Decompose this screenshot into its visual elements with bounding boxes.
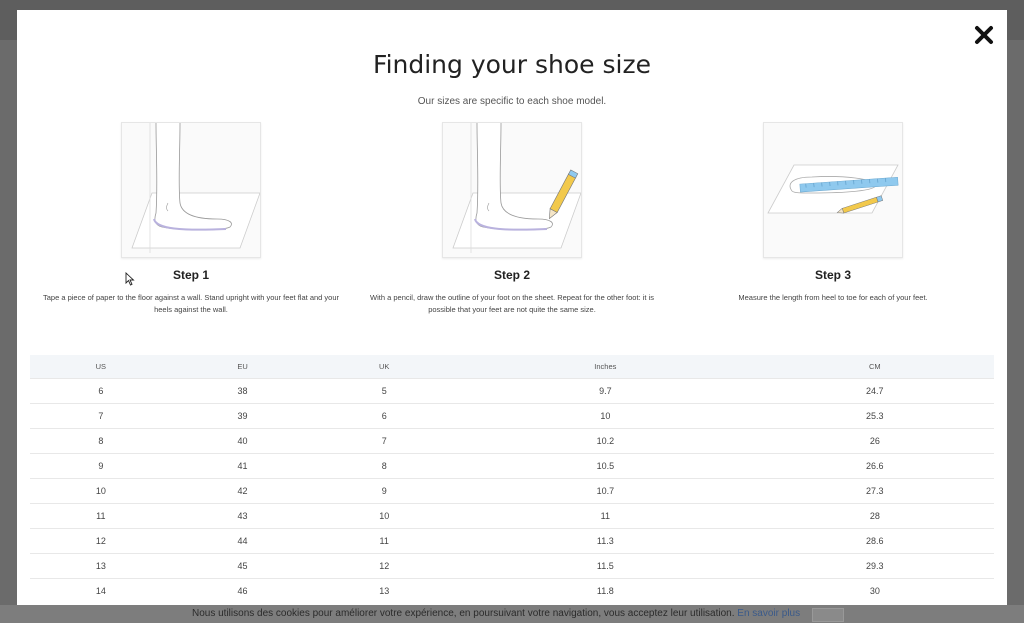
step-2-description: With a pencil, draw the outline of your …	[370, 293, 654, 314]
size-cell-inches: 10.5	[455, 452, 756, 478]
column-header-inches: Inches	[594, 361, 617, 371]
size-cell-uk: 6	[313, 402, 456, 428]
column-header-cm: CM	[868, 361, 881, 371]
size-cell-cm: 27.3	[755, 477, 994, 503]
size-cell-uk: 10	[313, 502, 456, 528]
size-table-header-row: US EU UK Inches CM	[30, 355, 994, 378]
size-cell-uk: 7	[313, 427, 456, 453]
table-row: 12 44 11 11.3 28.6	[30, 527, 994, 553]
modal-subtitle: Our sizes are specific to each shoe mode…	[417, 96, 607, 107]
measure-foot-illustration	[763, 122, 903, 258]
size-cell-eu: 45	[171, 552, 314, 578]
size-cell-eu: 46	[171, 577, 314, 603]
size-cell-us: 12	[30, 527, 172, 553]
column-header-us: US	[95, 361, 107, 371]
size-cell-inches: 10	[455, 402, 756, 428]
size-guide-modal: Finding your shoe size Our sizes are spe…	[17, 10, 1007, 610]
outline-foot-illustration	[442, 122, 582, 258]
size-cell-inches: 11.3	[455, 527, 756, 553]
size-cell-inches: 11	[455, 502, 756, 528]
column-header-uk: UK	[379, 361, 390, 371]
size-cell-eu: 42	[171, 477, 314, 503]
step-2: Step 2 With a pencil, draw the outline o…	[352, 122, 672, 316]
size-cell-inches: 11.8	[455, 577, 756, 603]
size-cell-cm: 26	[755, 427, 994, 453]
modal-title: Finding your shoe size	[373, 50, 651, 79]
size-table: US EU UK Inches CM 6 38 5 9.7 24.7 7 39 6 10 25.3…	[30, 355, 994, 603]
size-cell-cm: 30	[755, 577, 994, 603]
size-cell-uk: 9	[313, 477, 456, 503]
table-row: 13 45 12 11.5 29.3	[30, 552, 994, 578]
size-cell-uk: 5	[313, 377, 456, 403]
foot-against-wall-illustration	[121, 122, 261, 258]
step-3-title: Step 3	[814, 268, 851, 282]
mouse-cursor-icon	[125, 272, 135, 286]
step-1-title: Step 1	[172, 268, 209, 282]
size-cell-cm: 26.6	[755, 452, 994, 478]
size-cell-inches: 9.7	[455, 377, 756, 403]
size-table-container: US EU UK Inches CM 6 38 5 9.7 24.7 7 39 6 10 25.3…	[30, 355, 994, 603]
cookie-learn-more-link[interactable]: En savoir plus	[737, 608, 800, 619]
table-row: 8 40 7 10.2 26	[30, 427, 994, 453]
size-cell-uk: 8	[313, 452, 456, 478]
size-cell-inches: 10.2	[455, 427, 756, 453]
size-cell-us: 13	[30, 552, 172, 578]
size-cell-inches: 10.7	[455, 477, 756, 503]
table-row: 10 42 9 10.7 27.3	[30, 477, 994, 503]
close-icon[interactable]	[973, 24, 995, 46]
step-2-title: Step 2	[493, 268, 530, 282]
size-cell-us: 6	[30, 377, 172, 403]
cookie-message: Nous utilisons des cookies pour améliore…	[192, 608, 735, 619]
size-cell-inches: 11.5	[455, 552, 756, 578]
size-cell-uk: 11	[313, 527, 456, 553]
size-cell-us: 9	[30, 452, 172, 478]
size-cell-us: 10	[30, 477, 172, 503]
table-row: 14 46 13 11.8 30	[30, 577, 994, 603]
size-cell-eu: 43	[171, 502, 314, 528]
size-cell-cm: 28.6	[755, 527, 994, 553]
size-cell-us: 11	[30, 502, 172, 528]
cookie-banner-text: Nous utilisons des cookies pour améliore…	[192, 608, 800, 619]
step-1-description: Tape a piece of paper to the floor again…	[42, 293, 339, 314]
size-cell-us: 7	[30, 402, 172, 428]
step-1: Step 1 Tape a piece of paper to the floo…	[31, 122, 351, 316]
size-cell-cm: 29.3	[755, 552, 994, 578]
size-cell-uk: 13	[313, 577, 456, 603]
table-row: 9 41 8 10.5 26.6	[30, 452, 994, 478]
table-row: 7 39 6 10 25.3	[30, 402, 994, 428]
table-row: 6 38 5 9.7 24.7	[30, 377, 994, 403]
size-cell-cm: 25.3	[755, 402, 994, 428]
step-3: Step 3 Measure the length from heel to t…	[673, 122, 993, 304]
size-cell-eu: 40	[171, 427, 314, 453]
size-cell-cm: 24.7	[755, 377, 994, 403]
table-row: 11 43 10 11 28	[30, 502, 994, 528]
step-3-description: Measure the length from heel to toe for …	[738, 293, 928, 302]
size-cell-us: 8	[30, 427, 172, 453]
size-cell-eu: 39	[171, 402, 314, 428]
cookie-banner: Nous utilisons des cookies pour améliore…	[0, 605, 1024, 623]
size-cell-uk: 12	[313, 552, 456, 578]
size-cell-eu: 44	[171, 527, 314, 553]
size-cell-eu: 38	[171, 377, 314, 403]
size-cell-us: 14	[30, 577, 172, 603]
size-cell-cm: 28	[755, 502, 994, 528]
size-cell-eu: 41	[171, 452, 314, 478]
cookie-accept-button[interactable]	[812, 608, 844, 622]
column-header-eu: EU	[237, 361, 248, 371]
